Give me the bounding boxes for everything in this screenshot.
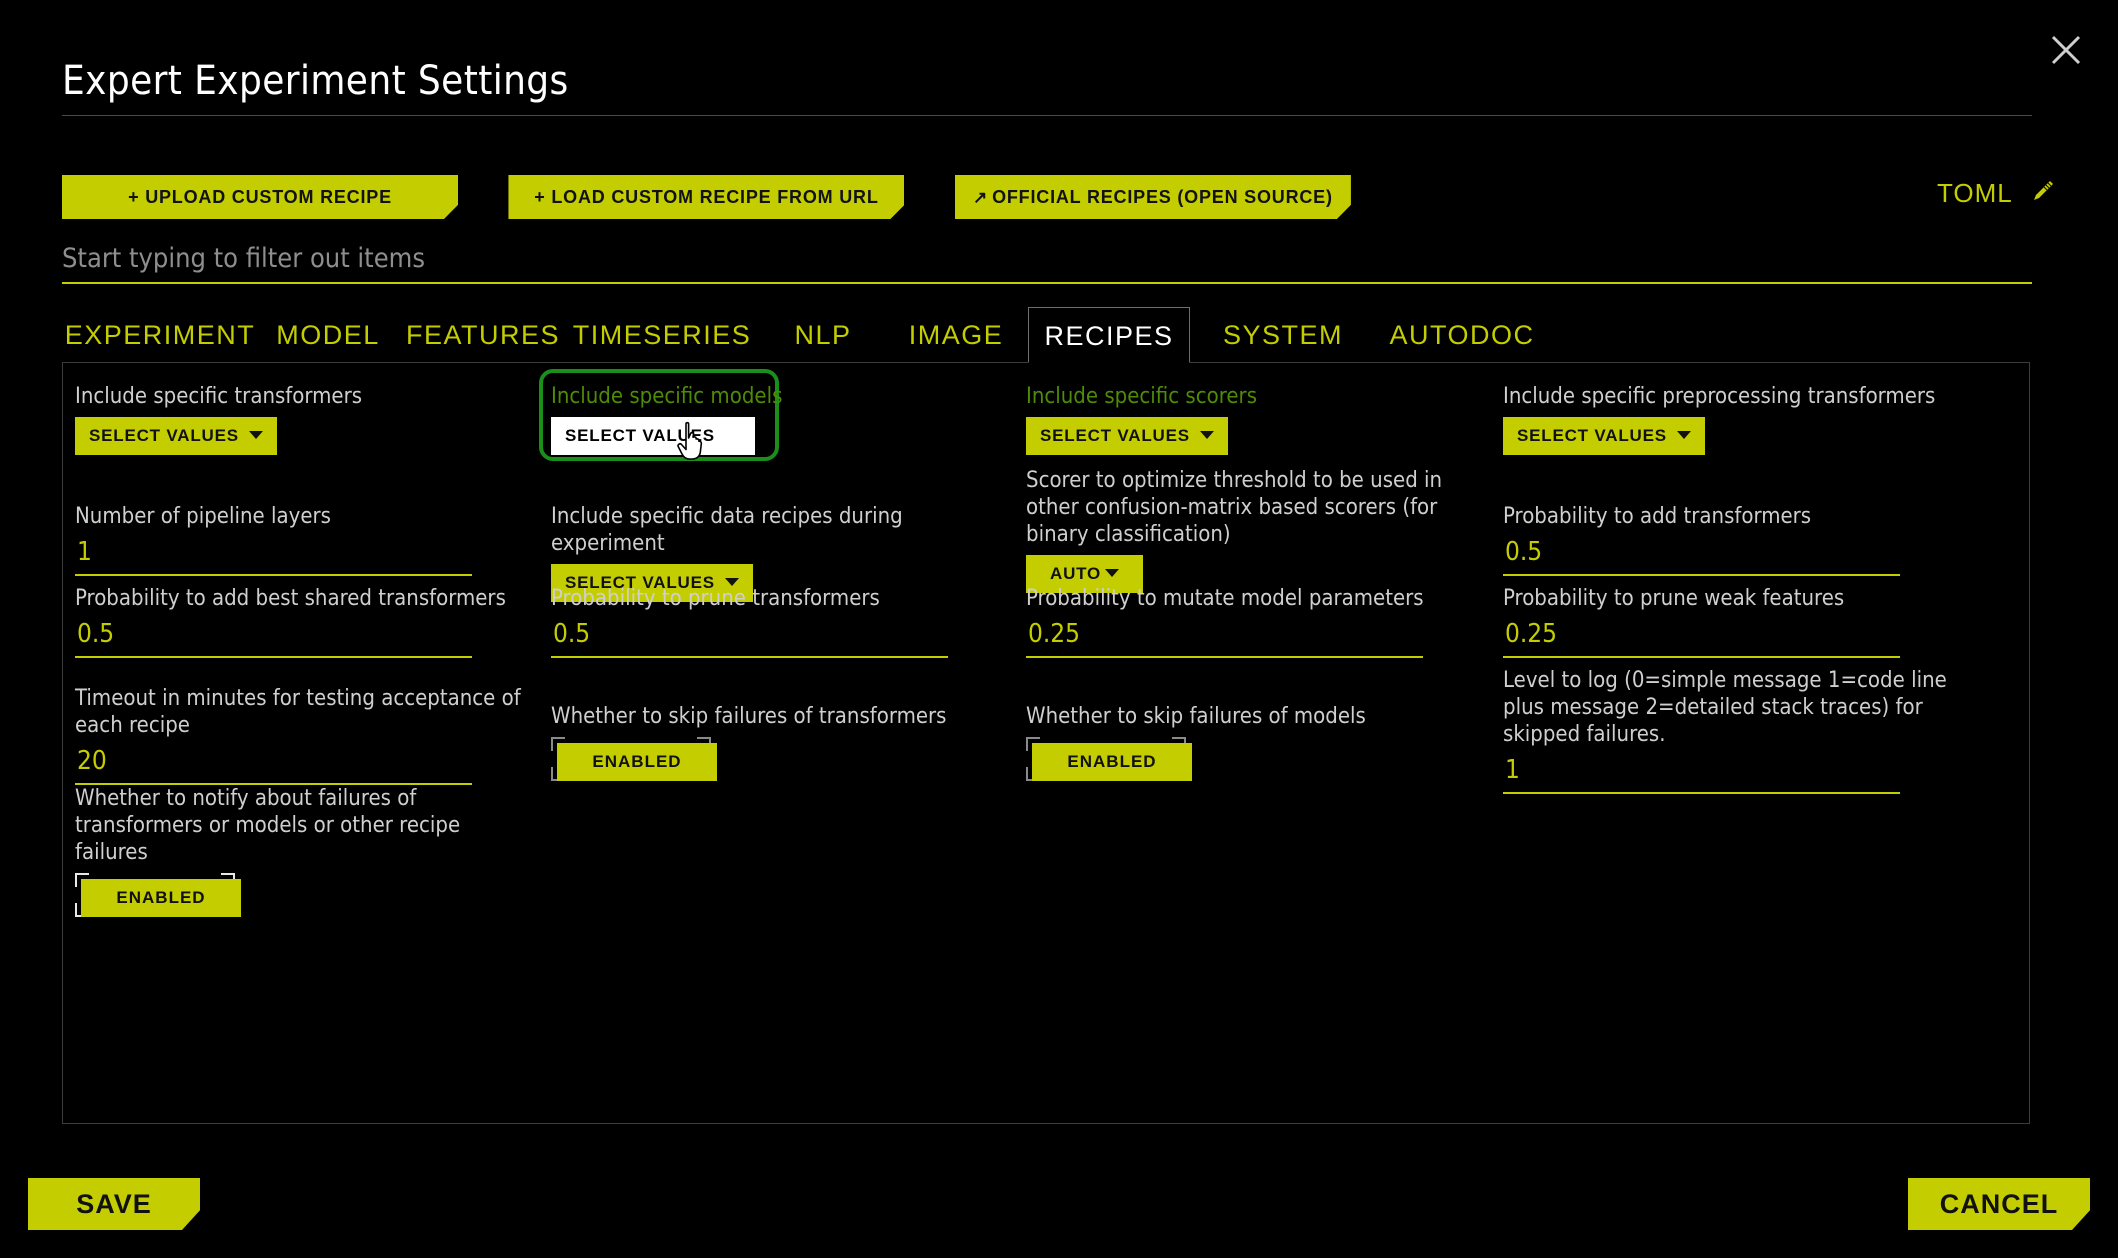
field-label: Whether to notify about failures of tran… [75,786,461,865]
field-label: Probability to add transformers [1503,504,1812,529]
field-level-to-log: Level to log (0=simple message 1=code li… [1503,667,1958,794]
field-include-preprocessing-transformers: Include specific preprocessing transform… [1503,383,1958,455]
tab-system[interactable]: SYSTEM [1204,307,1362,363]
prob-prune-transformers-input[interactable] [551,619,948,658]
tab-model[interactable]: MODEL [258,307,398,363]
pencil-icon [2034,181,2053,200]
toml-label: TOML [1936,178,2012,208]
select-button-label: SELECT VALUES [1040,426,1190,445]
skip-failures-models-toggle[interactable]: ENABLED [1026,737,1192,781]
notify-failures-toggle[interactable]: ENABLED [75,873,241,917]
chevron-down-icon [1105,569,1120,577]
load-custom-recipe-from-url-button[interactable]: + LOAD CUSTOM RECIPE FROM URL [508,175,904,219]
close-icon[interactable] [2042,26,2090,74]
field-label: Level to log (0=simple message 1=code li… [1503,668,1947,747]
field-label: Scorer to optimize threshold to be used … [1026,468,1443,547]
field-probability-prune-weak-features: Probability to prune weak features [1503,585,1958,658]
tab-timeseries[interactable]: TIMESERIES [562,307,762,363]
field-label: Probability to add best shared transform… [75,586,506,611]
expert-settings-dialog: Expert Experiment Settings + UPLOAD CUST… [0,0,2118,1258]
field-include-specific-models: Include specific models SELECT VALUES [551,383,1006,460]
field-label: Include specific scorers [1026,384,1257,409]
field-label: Whether to skip failures of transformers [551,704,947,729]
select-button-label: AUTO [1050,564,1102,583]
chevron-down-icon [1199,431,1214,439]
field-label: Include specific preprocessing transform… [1503,384,1936,409]
field-probability-add-best-shared-transformers: Probability to add best shared transform… [75,585,530,658]
field-probability-mutate-model-parameters: Probability to mutate model parameters [1026,585,1481,658]
field-label: Probability to prune weak features [1503,586,1845,611]
search-input[interactable] [62,243,2032,282]
field-label: Timeout in minutes for testing acceptanc… [75,686,521,738]
field-timeout-minutes: Timeout in minutes for testing acceptanc… [75,685,530,785]
select-button-label: SELECT VALUES [565,426,715,445]
search-underline [62,282,2032,284]
field-label: Probability to prune transformers [551,586,880,611]
prob-add-transformers-input[interactable] [1503,537,1900,576]
field-label: Include specific data recipes during exp… [551,504,903,556]
select-button-label: SELECT VALUES [89,426,239,445]
include-preprocessing-select-button[interactable]: SELECT VALUES [1503,417,1705,455]
tab-autodoc[interactable]: AUTODOC [1362,307,1562,363]
field-label: Whether to skip failures of models [1026,704,1366,729]
toggle-label[interactable]: ENABLED [1032,743,1192,781]
field-label: Include specific transformers [75,384,363,409]
field-notify-failures: Whether to notify about failures of tran… [75,785,530,917]
tab-features[interactable]: FEATURES [402,307,564,363]
include-models-select-button[interactable]: SELECT VALUES [551,417,755,455]
field-include-specific-scorers: Include specific scorers SELECT VALUES [1026,383,1481,455]
field-skip-failures-transformers: Whether to skip failures of transformers… [551,703,1006,781]
field-probability-add-transformers: Probability to add transformers [1503,503,1958,576]
field-include-specific-transformers: Include specific transformers SELECT VAL… [75,383,530,455]
save-button[interactable]: SAVE [28,1178,200,1230]
chevron-down-icon [1676,431,1691,439]
field-threshold-scorer: Scorer to optimize threshold to be used … [1026,467,1481,593]
title-divider [62,115,2032,116]
filter-field [62,243,2032,284]
field-label: Include specific models [551,384,783,409]
tab-image[interactable]: IMAGE [884,307,1028,363]
field-label: Probability to mutate model parameters [1026,586,1424,611]
cancel-button[interactable]: CANCEL [1908,1178,2090,1230]
tab-experiment[interactable]: EXPERIMENT [62,307,258,363]
pipeline-layers-input[interactable] [75,537,472,576]
timeout-minutes-input[interactable] [75,746,472,785]
official-recipes-label: OFFICIAL RECIPES (OPEN SOURCE) [992,187,1333,207]
skip-failures-transformers-toggle[interactable]: ENABLED [551,737,717,781]
level-to-log-input[interactable] [1503,755,1900,794]
toggle-label[interactable]: ENABLED [81,879,241,917]
field-probability-prune-transformers: Probability to prune transformers [551,585,1006,658]
page-title: Expert Experiment Settings [62,58,569,104]
include-scorers-select-button[interactable]: SELECT VALUES [1026,417,1228,455]
include-transformers-select-button[interactable]: SELECT VALUES [75,417,277,455]
recipes-panel: Include specific transformers SELECT VAL… [62,362,2030,1124]
prob-mutate-model-params-input[interactable] [1026,619,1423,658]
prob-prune-weak-features-input[interactable] [1503,619,1900,658]
field-number-of-pipeline-layers: Number of pipeline layers [75,503,530,576]
external-link-arrow-icon: ↗ [973,188,989,207]
tab-recipes[interactable]: RECIPES [1028,307,1190,363]
recipe-actions-toolbar: + UPLOAD CUSTOM RECIPE + LOAD CUSTOM REC… [62,175,1351,219]
chevron-down-icon [248,431,263,439]
field-skip-failures-models: Whether to skip failures of models ENABL… [1026,703,1481,781]
tab-nlp[interactable]: NLP [762,307,884,363]
toggle-label[interactable]: ENABLED [557,743,717,781]
settings-tabs: EXPERIMENT MODEL FEATURES TIMESERIES NLP IMAG… [62,305,2032,363]
prob-add-best-shared-input[interactable] [75,619,472,658]
official-recipes-button[interactable]: ↗ OFFICIAL RECIPES (OPEN SOURCE) [955,175,1351,219]
upload-custom-recipe-button[interactable]: + UPLOAD CUSTOM RECIPE [62,175,458,219]
field-label: Number of pipeline layers [75,504,331,529]
toml-edit-button[interactable]: TOML [1937,178,2056,209]
select-button-label: SELECT VALUES [1517,426,1667,445]
